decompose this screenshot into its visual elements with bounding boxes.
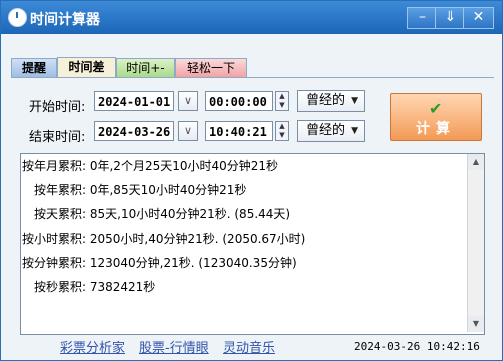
end-date-dropdown[interactable]: ∨ bbox=[178, 121, 198, 141]
start-date-field[interactable]: 2024-01-01 bbox=[94, 91, 174, 111]
start-mode-value: 曾经的 bbox=[306, 93, 346, 108]
result-row: 按分钟累积: 123040分钟,21秒. (123040.35分钟) bbox=[22, 256, 297, 270]
spin-down-icon[interactable]: ▼ bbox=[276, 101, 288, 110]
clock-icon bbox=[8, 8, 27, 27]
start-time-field[interactable]: 00:00:00 bbox=[205, 91, 273, 111]
dropdown-arrow-icon: ▼ bbox=[351, 96, 358, 106]
result-row: 按年累积: 0年,85天10小时40分钟21秒 bbox=[34, 183, 247, 197]
link-lottery-analyst[interactable]: 彩票分析家 bbox=[60, 337, 125, 356]
minimize-button[interactable]: – bbox=[407, 7, 438, 29]
dropdown-arrow-icon: ▼ bbox=[351, 126, 358, 136]
status-datetime: 2024-03-26 10:42:16 bbox=[354, 340, 480, 353]
spin-up-icon[interactable]: ▲ bbox=[276, 122, 288, 131]
end-time-field[interactable]: 10:40:21 bbox=[205, 121, 273, 141]
vertical-scrollbar[interactable]: ▲ ▼ bbox=[467, 154, 484, 332]
options-button[interactable]: ⇓ bbox=[435, 7, 466, 29]
window-title: 时间计算器 bbox=[30, 12, 100, 28]
scroll-up-icon[interactable]: ▲ bbox=[468, 154, 484, 170]
chevron-down-icon: ∨ bbox=[183, 94, 193, 107]
title-bar: 时间计算器 – ⇓ ✕ bbox=[1, 1, 502, 34]
link-stock-eye[interactable]: 股票-行情眼 bbox=[139, 337, 209, 356]
result-row: 按小时累积: 2050小时,40分钟21秒. (2050.67小时) bbox=[22, 232, 306, 246]
result-row: 按秒累积: 7382421秒 bbox=[34, 280, 156, 294]
tab-reminder[interactable]: 提醒 bbox=[11, 58, 57, 77]
tab-relax[interactable]: 轻松一下 bbox=[175, 58, 247, 77]
calculate-label: 计算 bbox=[416, 121, 456, 137]
start-mode-select[interactable]: 曾经的 ▼ bbox=[297, 90, 365, 112]
start-date-dropdown[interactable]: ∨ bbox=[178, 91, 198, 111]
spin-up-icon[interactable]: ▲ bbox=[276, 92, 288, 101]
end-mode-select[interactable]: 曾经的 ▼ bbox=[297, 120, 365, 142]
tab-panel-border bbox=[11, 77, 494, 78]
scroll-down-icon[interactable]: ▼ bbox=[468, 316, 484, 332]
end-date-field[interactable]: 2024-03-26 bbox=[94, 121, 174, 141]
calculate-button[interactable]: ✔ 计算 bbox=[390, 93, 482, 141]
tab-time-difference[interactable]: 时间差 bbox=[57, 57, 116, 78]
tab-time-add-subtract[interactable]: 时间+- bbox=[116, 58, 175, 77]
spin-down-icon[interactable]: ▼ bbox=[276, 131, 288, 140]
end-mode-value: 曾经的 bbox=[306, 123, 346, 138]
close-button[interactable]: ✕ bbox=[463, 7, 494, 29]
app-window: 时间计算器 – ⇓ ✕ 提醒 时间差 时间+- 轻松一下 开始时间: 2024-… bbox=[0, 0, 503, 361]
link-music[interactable]: 灵动音乐 bbox=[223, 337, 275, 356]
start-time-spinner[interactable]: ▲ ▼ bbox=[275, 91, 289, 111]
result-box[interactable]: 按年月累积: 0年,2个月25天10小时40分钟21秒 按年累积: 0年,85天… bbox=[20, 153, 485, 335]
check-icon: ✔ bbox=[429, 99, 443, 118]
end-time-label: 结束时间: bbox=[29, 130, 86, 145]
start-time-label: 开始时间: bbox=[29, 100, 86, 115]
result-row: 按天累积: 85天,10小时40分钟21秒. (85.44天) bbox=[34, 207, 291, 221]
end-time-spinner[interactable]: ▲ ▼ bbox=[275, 121, 289, 141]
result-row: 按年月累积: 0年,2个月25天10小时40分钟21秒 bbox=[22, 159, 279, 173]
chevron-down-icon: ∨ bbox=[183, 124, 193, 137]
